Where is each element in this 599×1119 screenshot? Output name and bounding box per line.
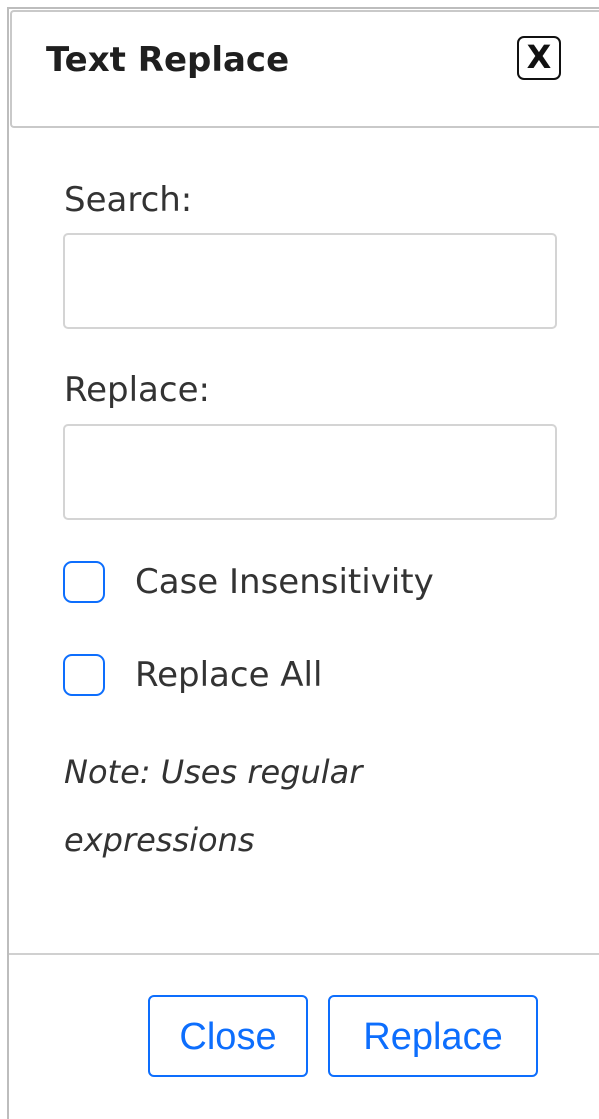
dialog-title: Text Replace [46, 40, 290, 80]
case-insensitivity-checkbox[interactable] [63, 561, 105, 603]
search-input[interactable] [63, 233, 557, 329]
case-insensitivity-option[interactable]: Case Insensitivity [63, 560, 434, 604]
replace-all-checkbox[interactable] [63, 654, 105, 696]
search-label: Search: [64, 180, 193, 220]
replace-label: Replace: [64, 370, 210, 410]
case-insensitivity-label: Case Insensitivity [135, 562, 434, 602]
regex-note: Note: Uses regular expressions [64, 753, 363, 859]
footer-divider [9, 953, 599, 955]
close-button[interactable]: Close [148, 995, 308, 1077]
replace-input[interactable] [63, 424, 557, 520]
replace-button[interactable]: Replace [328, 995, 538, 1077]
replace-all-option[interactable]: Replace All [63, 653, 322, 697]
close-x-button[interactable]: X [517, 36, 561, 80]
replace-all-label: Replace All [135, 655, 323, 695]
